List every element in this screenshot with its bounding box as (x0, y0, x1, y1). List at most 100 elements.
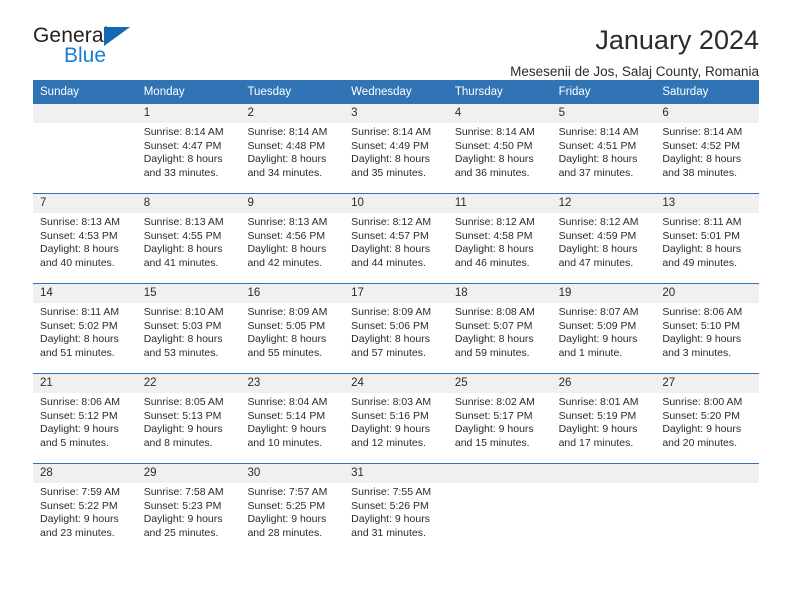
day-cell[interactable]: 18 Sunrise: 8:08 AM Sunset: 5:07 PM Dayligh… (447, 284, 552, 373)
daylight-text: Daylight: 9 hours (40, 423, 119, 436)
day-cell[interactable]: 21 Sunrise: 8:06 AM Sunset: 5:12 PM Dayligh… (33, 374, 137, 463)
sunset-text: Sunset: 5:19 PM (558, 409, 637, 422)
day-cell[interactable]: 16 Sunrise: 8:09 AM Sunset: 5:05 PM Dayligh… (240, 284, 345, 373)
sunrise-text: Sunrise: 8:08 AM (454, 306, 535, 318)
sunset-text: Sunset: 5:22 PM (40, 499, 118, 512)
sunrise-text: Sunrise: 8:12 AM (558, 216, 639, 228)
sunset-text: Sunset: 5:10 PM (662, 319, 740, 332)
day-number: 31 (344, 464, 448, 483)
sunset-text: Sunset: 5:26 PM (351, 499, 429, 512)
calendar-page: General Blue January 2024 Mesesenii de J… (0, 0, 792, 612)
day-cell[interactable]: 5 Sunrise: 8:14 AM Sunset: 4:51 PM Daylight… (551, 104, 656, 193)
day-cell[interactable]: 6 Sunrise: 8:14 AM Sunset: 4:52 PM Daylight… (655, 104, 760, 193)
day-cell[interactable]: 24 Sunrise: 8:03 AM Sunset: 5:16 PM Dayligh… (344, 374, 448, 463)
day-cell[interactable]: 30 Sunrise: 7:57 AM Sunset: 5:25 PM Dayligh… (240, 464, 345, 553)
daylight-text: and 3 minutes. (662, 346, 732, 359)
day-details: Sunrise: 8:14 AM Sunset: 4:51 PM Daylight:… (552, 123, 656, 180)
daylight-text: and 12 minutes. (351, 436, 426, 449)
daylight-text: and 46 minutes. (454, 256, 530, 269)
day-cell[interactable]: 22 Sunrise: 8:05 AM Sunset: 5:13 PM Dayligh… (136, 374, 241, 463)
day-number (551, 464, 656, 483)
daylight-text: and 10 minutes. (247, 436, 323, 449)
day-cell[interactable]: 29 Sunrise: 7:58 AM Sunset: 5:23 PM Dayligh… (136, 464, 241, 553)
day-details: Sunrise: 7:55 AM Sunset: 5:26 PM Daylight:… (344, 483, 448, 540)
day-number: 14 (33, 284, 137, 303)
day-details (552, 483, 656, 486)
daylight-text: Daylight: 8 hours (662, 153, 742, 166)
day-cell[interactable]: 19 Sunrise: 8:07 AM Sunset: 5:09 PM Dayligh… (551, 284, 656, 373)
day-cell[interactable]: 28 Sunrise: 7:59 AM Sunset: 5:22 PM Dayligh… (33, 464, 137, 553)
day-cell[interactable]: 23 Sunrise: 8:04 AM Sunset: 5:14 PM Dayligh… (240, 374, 345, 463)
day-number: 18 (447, 284, 552, 303)
daylight-text: Daylight: 8 hours (40, 243, 119, 256)
day-cell[interactable]: 17 Sunrise: 8:09 AM Sunset: 5:06 PM Dayligh… (344, 284, 448, 373)
day-details: Sunrise: 8:14 AM Sunset: 4:49 PM Daylight:… (344, 123, 448, 180)
day-cell[interactable]: 13 Sunrise: 8:11 AM Sunset: 5:01 PM Dayligh… (655, 194, 760, 283)
sunrise-text: Sunrise: 7:57 AM (247, 486, 328, 498)
day-cell[interactable]: 12 Sunrise: 8:12 AM Sunset: 4:59 PM Dayligh… (551, 194, 656, 283)
sunset-text: Sunset: 5:23 PM (143, 499, 222, 512)
day-details: Sunrise: 8:12 AM Sunset: 4:58 PM Daylight:… (448, 213, 552, 270)
week-row: 1 Sunrise: 8:14 AM Sunset: 4:47 PM Daylight… (33, 104, 760, 193)
day-cell[interactable]: 25 Sunrise: 8:02 AM Sunset: 5:17 PM Dayligh… (447, 374, 552, 463)
daylight-text: and 51 minutes. (40, 346, 115, 359)
day-cell[interactable]: 27 Sunrise: 8:00 AM Sunset: 5:20 PM Dayligh… (655, 374, 760, 463)
day-cell[interactable]: 3 Sunrise: 8:14 AM Sunset: 4:49 PM Daylight… (344, 104, 448, 193)
day-cell[interactable]: 9 Sunrise: 8:13 AM Sunset: 4:56 PM Daylight… (240, 194, 345, 283)
day-details: Sunrise: 8:14 AM Sunset: 4:48 PM Daylight:… (240, 123, 344, 180)
sunset-text: Sunset: 4:55 PM (143, 229, 222, 242)
daylight-text: Daylight: 8 hours (454, 153, 534, 166)
daylight-text: and 38 minutes. (662, 166, 738, 179)
day-number: 27 (655, 374, 760, 393)
day-cell[interactable]: 15 Sunrise: 8:10 AM Sunset: 5:03 PM Dayligh… (136, 284, 241, 373)
daylight-text: Daylight: 8 hours (247, 153, 327, 166)
weekday-header-tuesday: Tuesday (247, 86, 292, 98)
day-cell[interactable]: 8 Sunrise: 8:13 AM Sunset: 4:55 PM Daylight… (136, 194, 241, 283)
sunset-text: Sunset: 5:13 PM (143, 409, 222, 422)
day-number: 28 (33, 464, 137, 483)
daylight-text: and 23 minutes. (40, 526, 115, 539)
day-details: Sunrise: 8:05 AM Sunset: 5:13 PM Daylight:… (137, 393, 241, 450)
daylight-text: Daylight: 8 hours (143, 243, 223, 256)
day-cell[interactable]: 11 Sunrise: 8:12 AM Sunset: 4:58 PM Dayligh… (447, 194, 552, 283)
day-cell[interactable]: 14 Sunrise: 8:11 AM Sunset: 5:02 PM Dayligh… (33, 284, 137, 373)
daylight-text: Daylight: 9 hours (40, 513, 119, 526)
daylight-text: and 28 minutes. (247, 526, 323, 539)
sunrise-text: Sunrise: 7:55 AM (351, 486, 432, 498)
daylight-text: Daylight: 9 hours (558, 423, 638, 436)
day-cell[interactable]: 4 Sunrise: 8:14 AM Sunset: 4:50 PM Daylight… (447, 104, 552, 193)
daylight-text: Daylight: 8 hours (454, 243, 534, 256)
day-details: Sunrise: 8:08 AM Sunset: 5:07 PM Daylight:… (448, 303, 552, 360)
day-details (33, 123, 137, 126)
day-cell-empty (551, 464, 656, 553)
day-number: 15 (136, 284, 241, 303)
daylight-text: and 35 minutes. (351, 166, 426, 179)
day-cell[interactable]: 10 Sunrise: 8:12 AM Sunset: 4:57 PM Dayligh… (344, 194, 448, 283)
day-cell[interactable]: 26 Sunrise: 8:01 AM Sunset: 5:19 PM Dayligh… (551, 374, 656, 463)
weekday-header-saturday: Saturday (662, 86, 709, 98)
day-number: 10 (344, 194, 448, 213)
day-number: 1 (136, 104, 241, 123)
sunrise-text: Sunrise: 8:00 AM (662, 396, 743, 408)
day-cell[interactable]: 1 Sunrise: 8:14 AM Sunset: 4:47 PM Daylight… (136, 104, 241, 193)
sunset-text: Sunset: 5:03 PM (143, 319, 222, 332)
generalblue-logo[interactable]: General Blue (33, 24, 151, 72)
logo-text-blue: Blue (64, 44, 107, 67)
day-cell[interactable]: 2 Sunrise: 8:14 AM Sunset: 4:48 PM Daylight… (240, 104, 345, 193)
day-details: Sunrise: 8:00 AM Sunset: 5:20 PM Daylight:… (655, 393, 759, 450)
daylight-text: and 17 minutes. (558, 436, 634, 449)
sunset-text: Sunset: 5:01 PM (662, 229, 740, 242)
sunrise-text: Sunrise: 8:01 AM (558, 396, 639, 408)
day-cell[interactable]: 31 Sunrise: 7:55 AM Sunset: 5:26 PM Dayligh… (344, 464, 448, 553)
sunrise-text: Sunrise: 8:13 AM (40, 216, 120, 228)
day-cell[interactable]: 7 Sunrise: 8:13 AM Sunset: 4:53 PM Daylight… (33, 194, 137, 283)
sunrise-text: Sunrise: 8:12 AM (454, 216, 535, 228)
day-cell[interactable]: 20 Sunrise: 8:06 AM Sunset: 5:10 PM Dayligh… (655, 284, 760, 373)
sunrise-text: Sunrise: 8:13 AM (143, 216, 224, 228)
day-details (448, 483, 552, 486)
day-number: 8 (136, 194, 241, 213)
day-cell-empty (33, 104, 137, 193)
sunset-text: Sunset: 4:53 PM (40, 229, 118, 242)
daylight-text: Daylight: 9 hours (143, 513, 223, 526)
sunrise-text: Sunrise: 8:12 AM (351, 216, 432, 228)
